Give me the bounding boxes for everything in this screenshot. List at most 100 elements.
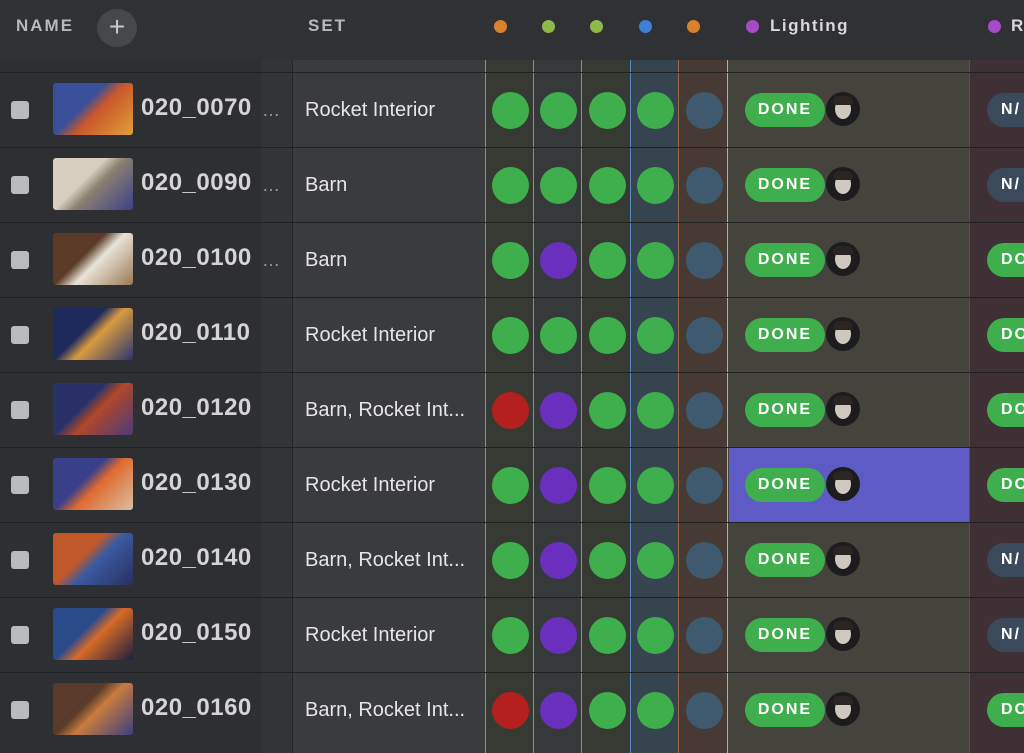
task-status-dot[interactable] [589,692,626,729]
assignee-avatar[interactable] [826,167,860,201]
task-status-dot[interactable] [686,242,723,279]
shot-name[interactable]: 020_0160 [141,694,252,722]
row-checkbox[interactable] [11,551,29,569]
task-status-dot[interactable] [637,242,674,279]
table-row[interactable]: 020_0140 Barn, Rocket Int... DONE N/ [0,523,1024,598]
table-row[interactable]: 020_0120 Barn, Rocket Int... DONE DO [0,373,1024,448]
set-value[interactable]: Barn [305,249,475,272]
task-status-dot[interactable] [637,617,674,654]
lighting-status-pill[interactable]: DONE [745,693,825,727]
task-status-dot[interactable] [540,317,577,354]
row-checkbox[interactable] [11,101,29,119]
shot-name[interactable]: 020_0110 [141,319,250,347]
next-column-header[interactable]: R [1011,16,1024,36]
row-checkbox[interactable] [11,476,29,494]
shot-thumbnail[interactable] [53,308,133,360]
task-status-dot[interactable] [637,167,674,204]
shot-thumbnail[interactable] [53,158,133,210]
lighting-status-pill[interactable]: DONE [745,543,825,577]
assignee-avatar[interactable] [826,467,860,501]
shot-thumbnail[interactable] [53,458,133,510]
name-column-header[interactable]: NAME [16,16,74,36]
task-status-dot[interactable] [686,317,723,354]
row-checkbox[interactable] [11,326,29,344]
task-status-dot[interactable] [540,242,577,279]
task-status-dot[interactable] [637,542,674,579]
set-value[interactable]: Barn, Rocket Int... [305,549,475,572]
task-status-dot[interactable] [589,542,626,579]
set-column-header[interactable]: SET [308,16,347,36]
assignee-avatar[interactable] [826,542,860,576]
task-column-5-dot[interactable] [687,20,700,33]
task-status-dot[interactable] [589,92,626,129]
next-task-status-pill[interactable]: DO [987,393,1024,427]
task-status-dot[interactable] [589,317,626,354]
table-row[interactable]: 020_0150 Rocket Interior DONE N/ [0,598,1024,673]
shot-name[interactable]: 020_0100 [141,244,252,272]
shot-name[interactable]: 020_0090 [141,169,252,197]
shot-name[interactable]: 020_0130 [141,469,252,497]
next-task-status-pill[interactable]: N/ [987,168,1024,202]
lighting-status-pill[interactable]: DONE [745,168,825,202]
task-column-2-dot[interactable] [542,20,555,33]
table-row[interactable]: 020_0100 … Barn DONE DO [0,223,1024,298]
task-status-dot[interactable] [589,467,626,504]
set-value[interactable]: Rocket Interior [305,624,475,647]
shot-thumbnail[interactable] [53,83,133,135]
next-task-status-pill[interactable]: N/ [987,618,1024,652]
task-status-dot[interactable] [686,542,723,579]
shot-thumbnail[interactable] [53,683,133,735]
assignee-avatar[interactable] [826,92,860,126]
assignee-avatar[interactable] [826,617,860,651]
task-column-3-dot[interactable] [590,20,603,33]
task-status-dot[interactable] [686,392,723,429]
next-task-status-pill[interactable]: DO [987,468,1024,502]
row-checkbox[interactable] [11,626,29,644]
row-checkbox[interactable] [11,401,29,419]
next-task-status-pill[interactable]: DO [987,243,1024,277]
task-column-4-dot[interactable] [639,20,652,33]
task-column-1-dot[interactable] [494,20,507,33]
task-status-dot[interactable] [540,617,577,654]
task-status-dot[interactable] [686,617,723,654]
table-row[interactable]: 020_0160 Barn, Rocket Int... DONE DO [0,673,1024,748]
task-status-dot[interactable] [637,92,674,129]
task-status-dot[interactable] [637,467,674,504]
set-value[interactable]: Barn, Rocket Int... [305,399,475,422]
row-checkbox[interactable] [11,176,29,194]
task-status-dot[interactable] [492,692,529,729]
task-status-dot[interactable] [637,392,674,429]
task-status-dot[interactable] [589,167,626,204]
task-status-dot[interactable] [540,542,577,579]
assignee-avatar[interactable] [826,392,860,426]
assignee-avatar[interactable] [826,317,860,351]
lighting-status-pill[interactable]: DONE [745,468,825,502]
lighting-column-header[interactable]: Lighting [770,16,849,36]
lighting-status-pill[interactable]: DONE [745,318,825,352]
set-value[interactable]: Barn [305,174,475,197]
task-status-dot[interactable] [492,392,529,429]
task-status-dot[interactable] [686,167,723,204]
lighting-status-pill[interactable]: DONE [745,243,825,277]
assignee-avatar[interactable] [826,692,860,726]
row-checkbox[interactable] [11,701,29,719]
shot-thumbnail[interactable] [53,533,133,585]
task-status-dot[interactable] [492,92,529,129]
task-status-dot[interactable] [492,617,529,654]
task-status-dot[interactable] [686,692,723,729]
set-value[interactable]: Rocket Interior [305,474,475,497]
add-shot-button[interactable]: + [97,9,137,47]
set-value[interactable]: Rocket Interior [305,324,475,347]
lighting-status-pill[interactable]: DONE [745,393,825,427]
lighting-status-pill[interactable]: DONE [745,618,825,652]
next-task-status-pill[interactable]: DO [987,693,1024,727]
set-value[interactable]: Barn, Rocket Int... [305,699,475,722]
shot-thumbnail[interactable] [53,233,133,285]
task-status-dot[interactable] [589,392,626,429]
task-status-dot[interactable] [540,467,577,504]
table-row[interactable]: 020_0110 Rocket Interior DONE DO [0,298,1024,373]
next-task-status-pill[interactable]: N/ [987,543,1024,577]
task-status-dot[interactable] [492,317,529,354]
lighting-status-pill[interactable]: DONE [745,93,825,127]
task-status-dot[interactable] [492,467,529,504]
